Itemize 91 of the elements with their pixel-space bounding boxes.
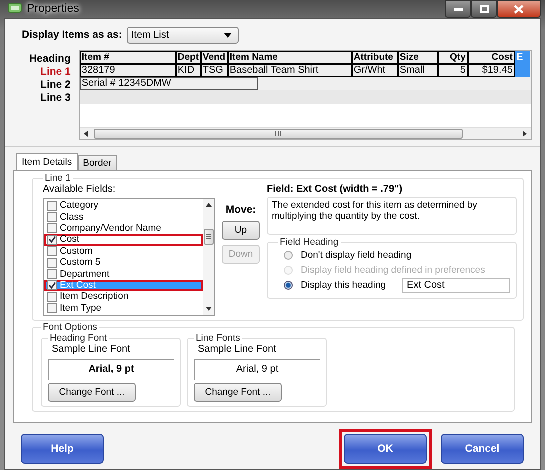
field-item[interactable]: Custom 5 xyxy=(44,256,203,268)
dialog-button[interactable]: Cancel xyxy=(441,434,524,464)
scroll-up-icon xyxy=(206,203,212,207)
field-title: Field: Ext Cost (width = .79") xyxy=(267,184,404,197)
table-cell: Serial # 12345DMW xyxy=(80,77,258,90)
field-item[interactable]: Item Type xyxy=(44,302,203,314)
dialog-button[interactable]: Help xyxy=(21,434,104,464)
display-items-label: Display Items as as: xyxy=(22,29,122,41)
checkbox[interactable] xyxy=(47,303,57,314)
move-button[interactable]: Up xyxy=(222,221,260,240)
column-header[interactable]: Vend xyxy=(200,51,228,64)
grip-icon xyxy=(206,234,211,240)
table-cell: Small xyxy=(398,64,438,77)
radio-button[interactable] xyxy=(284,281,293,290)
column-header[interactable]: Cost xyxy=(468,51,515,64)
line-label[interactable]: Line 1 xyxy=(40,66,71,79)
field-item[interactable]: Department xyxy=(44,268,203,280)
move-label: Move: xyxy=(226,204,256,216)
column-header[interactable]: Dept xyxy=(176,51,201,64)
checkbox[interactable] xyxy=(47,246,57,256)
heading-input[interactable]: Ext Cost xyxy=(402,278,510,293)
minimize-button[interactable] xyxy=(445,0,471,18)
checkmark-icon xyxy=(48,282,56,289)
field-item[interactable]: Class xyxy=(44,211,203,223)
sample-label: Sample Line Font xyxy=(51,344,132,355)
radio-button[interactable] xyxy=(284,251,293,260)
group-title: Font Options xyxy=(42,322,98,333)
group-title: Heading Font xyxy=(49,333,108,344)
maximize-button[interactable] xyxy=(471,0,497,18)
sample-label: Sample Line Font xyxy=(197,344,278,355)
radio-label: Display field heading defined in preferences xyxy=(301,265,486,276)
horizontal-scrollbar[interactable] xyxy=(80,127,531,139)
line-label[interactable]: Line 2 xyxy=(40,79,71,92)
column-header[interactable]: Item Name xyxy=(228,51,352,64)
table-cell: Baseball Team Shirt xyxy=(228,64,352,77)
table-cell xyxy=(514,64,530,77)
checkbox[interactable] xyxy=(47,280,57,290)
radio-label: Display this heading xyxy=(301,280,386,291)
column-header[interactable]: Attribute xyxy=(352,51,398,64)
dropdown-arrow-icon xyxy=(224,32,232,38)
display-items-dropdown[interactable]: Item List xyxy=(127,26,240,44)
group-title: Line 1 xyxy=(44,173,72,184)
change-font-button[interactable]: Change Font ... xyxy=(48,383,136,402)
checkbox[interactable] xyxy=(47,269,57,280)
table-cell: 328179 xyxy=(80,64,176,77)
vertical-scrollbar[interactable] xyxy=(203,199,214,315)
font-sample: Arial, 9 pt xyxy=(48,359,174,380)
field-description: The extended cost for this item as determined by multiplying the quantity by the cost. xyxy=(267,197,518,235)
checkbox[interactable] xyxy=(47,200,57,211)
field-item[interactable]: Item Description xyxy=(44,291,203,303)
field-item[interactable]: Cost xyxy=(44,234,203,246)
field-item[interactable]: Category xyxy=(44,200,203,212)
table-cell: KID xyxy=(176,64,201,77)
line-label[interactable]: Heading xyxy=(29,53,71,66)
scroll-left-icon xyxy=(84,130,88,136)
change-font-button[interactable]: Change Font ... xyxy=(194,383,282,402)
group-title: Line Fonts xyxy=(195,333,242,344)
tab[interactable]: Border xyxy=(78,155,117,171)
font-sample: Arial, 9 pt xyxy=(194,359,320,380)
scrollbar-thumb[interactable] xyxy=(94,128,463,138)
scrollbar-thumb[interactable] xyxy=(204,229,214,245)
table-cell: 5 xyxy=(438,64,468,77)
checkbox[interactable] xyxy=(47,223,57,234)
radio-label: Don't display field heading xyxy=(301,250,412,261)
field-item[interactable]: Company/Vendor Name xyxy=(44,222,203,234)
table-cell: Gr/Wht xyxy=(352,64,398,77)
checkbox[interactable] xyxy=(47,258,57,268)
table-cell: TSG xyxy=(200,64,228,77)
column-header[interactable]: Size xyxy=(398,51,438,64)
window-title: Properties xyxy=(27,3,80,15)
tab[interactable]: Item Details xyxy=(16,153,78,171)
available-fields-label: Available Fields: xyxy=(43,184,117,195)
scroll-right-icon xyxy=(523,130,527,136)
column-header[interactable]: Item # xyxy=(80,51,176,64)
scroll-down-icon xyxy=(206,307,212,311)
minimize-icon xyxy=(454,8,462,10)
app-icon xyxy=(8,3,22,15)
column-header[interactable]: Qty xyxy=(438,51,468,64)
close-icon xyxy=(514,4,524,14)
dialog-button[interactable]: OK xyxy=(344,434,427,464)
grip-icon xyxy=(274,131,282,136)
maximize-icon xyxy=(480,5,488,13)
checkbox[interactable] xyxy=(47,212,57,222)
table-cell: $19.45 xyxy=(468,64,515,77)
close-button[interactable] xyxy=(497,0,541,18)
field-item[interactable]: Custom xyxy=(44,246,203,257)
checkbox[interactable] xyxy=(47,292,57,302)
group-title: Field Heading xyxy=(279,237,340,248)
line-label[interactable]: Line 3 xyxy=(40,92,71,105)
checkbox[interactable] xyxy=(47,234,57,245)
checkmark-icon xyxy=(48,236,56,244)
